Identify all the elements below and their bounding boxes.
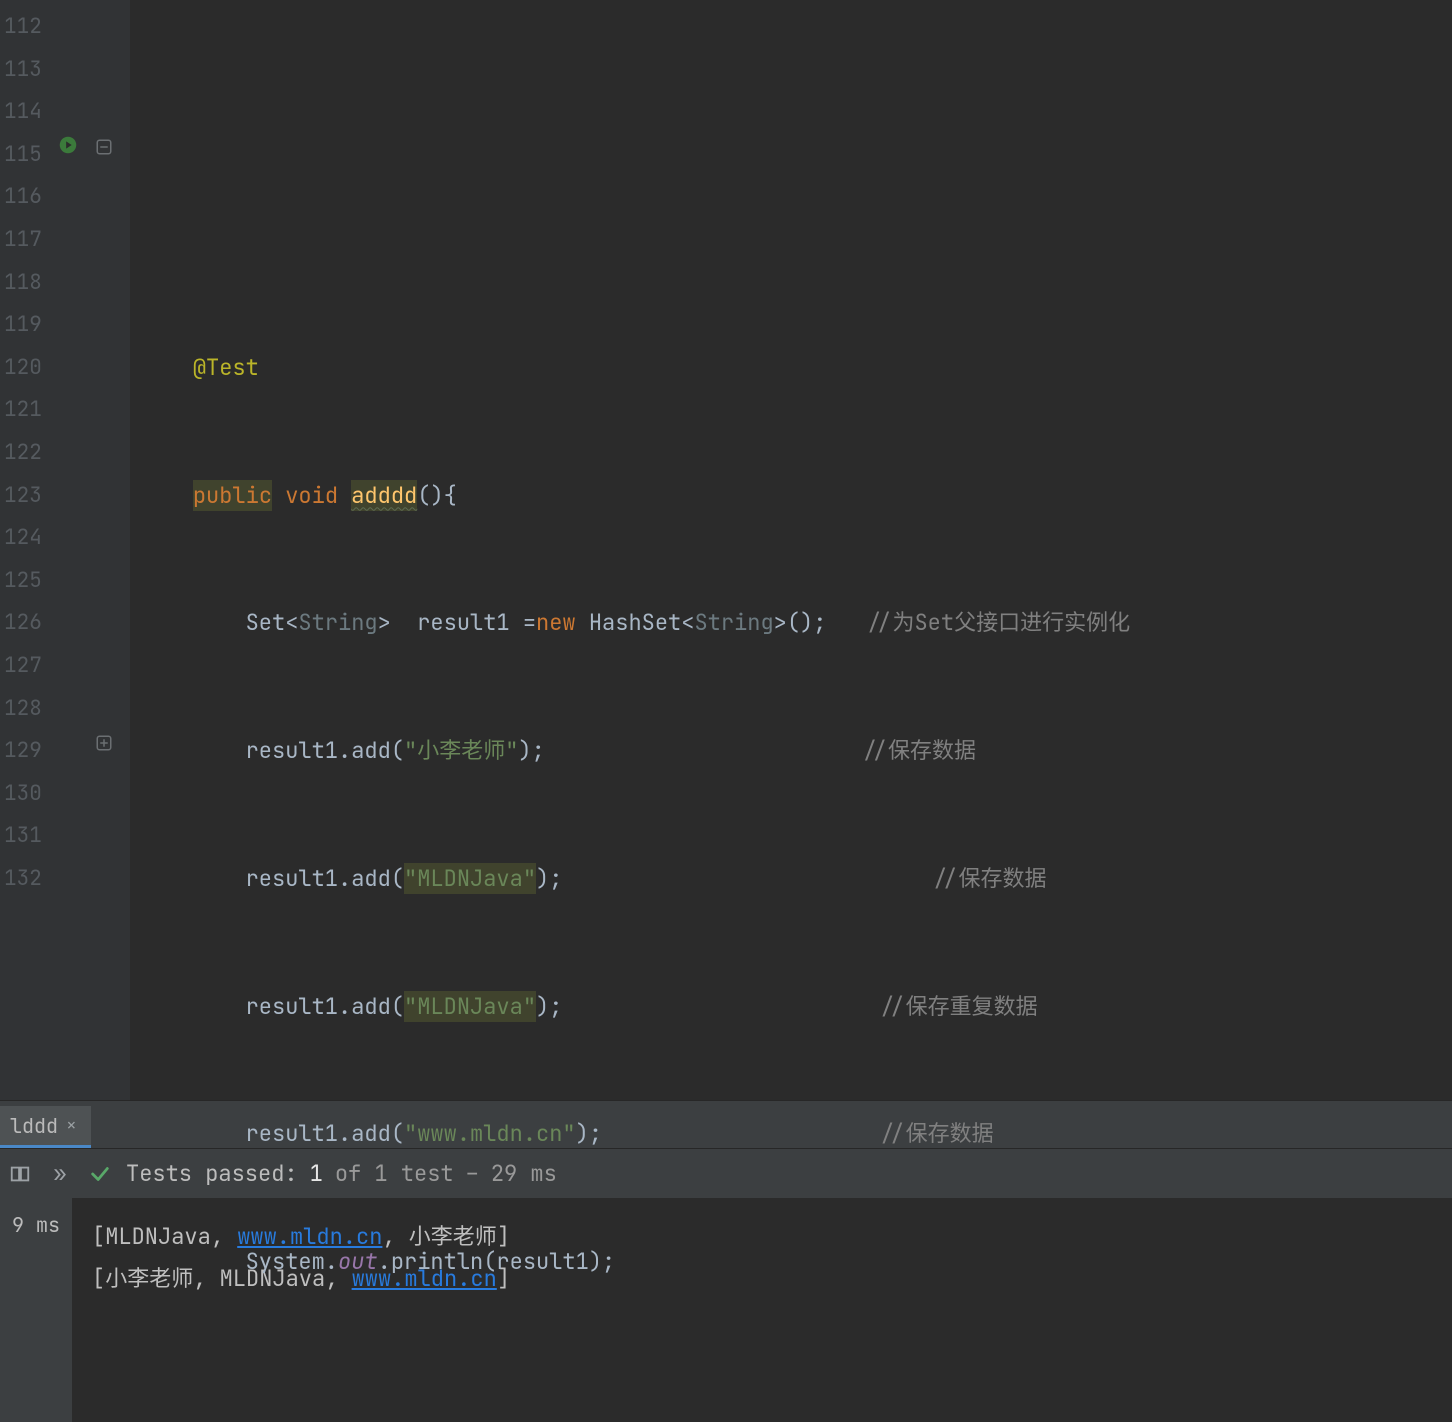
comment: //保存数据 <box>862 736 976 765</box>
line-number: 115 <box>0 134 50 177</box>
string-literal: "www.mldn.cn" <box>404 1119 576 1148</box>
line-number: 118 <box>0 262 50 305</box>
line-number: 129 <box>0 730 50 773</box>
code-text: ); <box>536 864 932 893</box>
keyword: void <box>285 481 338 510</box>
test-pass-icon <box>86 1160 114 1188</box>
annotation: @Test <box>193 353 259 382</box>
indent <box>140 736 246 765</box>
indent <box>140 1119 246 1148</box>
code-area[interactable]: @Test public void adddd(){ Set<String> r… <box>130 0 1452 1100</box>
comment: //为Set父接口进行实例化 <box>866 608 1130 637</box>
code-text: ); <box>536 992 879 1021</box>
code-text: ); <box>518 736 861 765</box>
string-literal: "MLDNJava" <box>404 991 536 1022</box>
line-number: 126 <box>0 602 50 645</box>
code-line[interactable]: result1.add("MLDNJava"); //保存重复数据 <box>130 986 1452 1029</box>
expand-icon[interactable]: » <box>46 1160 74 1188</box>
code-text: result1.add( <box>246 1119 404 1148</box>
indent <box>140 353 193 382</box>
fold-minus-icon[interactable] <box>95 136 119 160</box>
line-number: 128 <box>0 688 50 731</box>
run-tab[interactable]: lddd × <box>0 1106 91 1148</box>
code-text: > result1 = <box>378 608 536 637</box>
line-number: 112 <box>0 6 50 49</box>
line-number: 132 <box>0 858 50 901</box>
code-line[interactable]: System.out.println(result1); <box>130 1241 1452 1284</box>
code-line[interactable]: result1.add("MLDNJava"); //保存数据 <box>130 858 1452 901</box>
test-duration: 9 ms <box>0 1212 72 1238</box>
code-text: result1.add( <box>246 992 404 1021</box>
code-text: ); <box>576 1119 880 1148</box>
indent <box>140 1247 246 1276</box>
code-line[interactable] <box>130 91 1452 134</box>
field: out <box>338 1247 378 1276</box>
run-test-icon[interactable] <box>57 134 81 158</box>
keyword: new <box>536 608 576 637</box>
indent <box>140 481 193 510</box>
indent <box>140 608 246 637</box>
code-line[interactable]: @Test <box>130 347 1452 390</box>
line-number: 122 <box>0 432 50 475</box>
code-text: result1.add( <box>246 736 404 765</box>
close-icon[interactable]: × <box>66 1114 77 1137</box>
line-number: 130 <box>0 773 50 816</box>
code-text: >(); <box>774 608 866 637</box>
code-text: result1.add( <box>246 864 404 893</box>
gutter: 112 113 114 115 116 117 118 119 120 121 … <box>0 0 130 1100</box>
generic-type: String <box>694 608 773 637</box>
code-text: (){ <box>417 481 457 510</box>
line-number: 125 <box>0 560 50 603</box>
code-line[interactable] <box>130 219 1452 262</box>
line-number: 123 <box>0 475 50 518</box>
console-sidebar: 9 ms <box>0 1198 72 1422</box>
line-number: 116 <box>0 176 50 219</box>
string-literal: "MLDNJava" <box>404 863 536 894</box>
code-line[interactable]: result1.add("www.mldn.cn"); //保存数据 <box>130 1113 1452 1156</box>
layout-icon[interactable] <box>6 1160 34 1188</box>
line-number: 131 <box>0 815 50 858</box>
code-line[interactable]: Set<String> result1 =new HashSet<String>… <box>130 602 1452 645</box>
string-literal: "小李老师" <box>404 736 518 765</box>
run-tab-label: lddd <box>10 1113 58 1139</box>
code-editor[interactable]: 112 113 114 115 116 117 118 119 120 121 … <box>0 0 1452 1100</box>
code-text: HashSet< <box>576 608 695 637</box>
comment: //保存重复数据 <box>879 992 1037 1021</box>
line-number: 124 <box>0 517 50 560</box>
line-number: 114 <box>0 91 50 134</box>
fold-end-icon[interactable] <box>95 732 119 756</box>
generic-type: String <box>298 608 377 637</box>
code-text: System. <box>246 1247 338 1276</box>
line-number: 120 <box>0 347 50 390</box>
line-number: 119 <box>0 304 50 347</box>
line-number: 121 <box>0 389 50 432</box>
code-line[interactable] <box>130 1369 1452 1412</box>
keyword: public <box>193 480 272 511</box>
code-text: Set< <box>246 608 299 637</box>
comment: //保存数据 <box>932 864 1046 893</box>
code-line[interactable]: public void adddd(){ <box>130 475 1452 518</box>
comment: //保存数据 <box>879 1119 993 1148</box>
line-number: 113 <box>0 49 50 92</box>
code-text: .println(result1); <box>378 1247 616 1276</box>
indent <box>140 992 246 1021</box>
line-number: 127 <box>0 645 50 688</box>
code-line[interactable]: result1.add("小李老师"); //保存数据 <box>130 730 1452 773</box>
line-number: 117 <box>0 219 50 262</box>
indent <box>140 864 246 893</box>
method-name: adddd <box>351 480 417 511</box>
